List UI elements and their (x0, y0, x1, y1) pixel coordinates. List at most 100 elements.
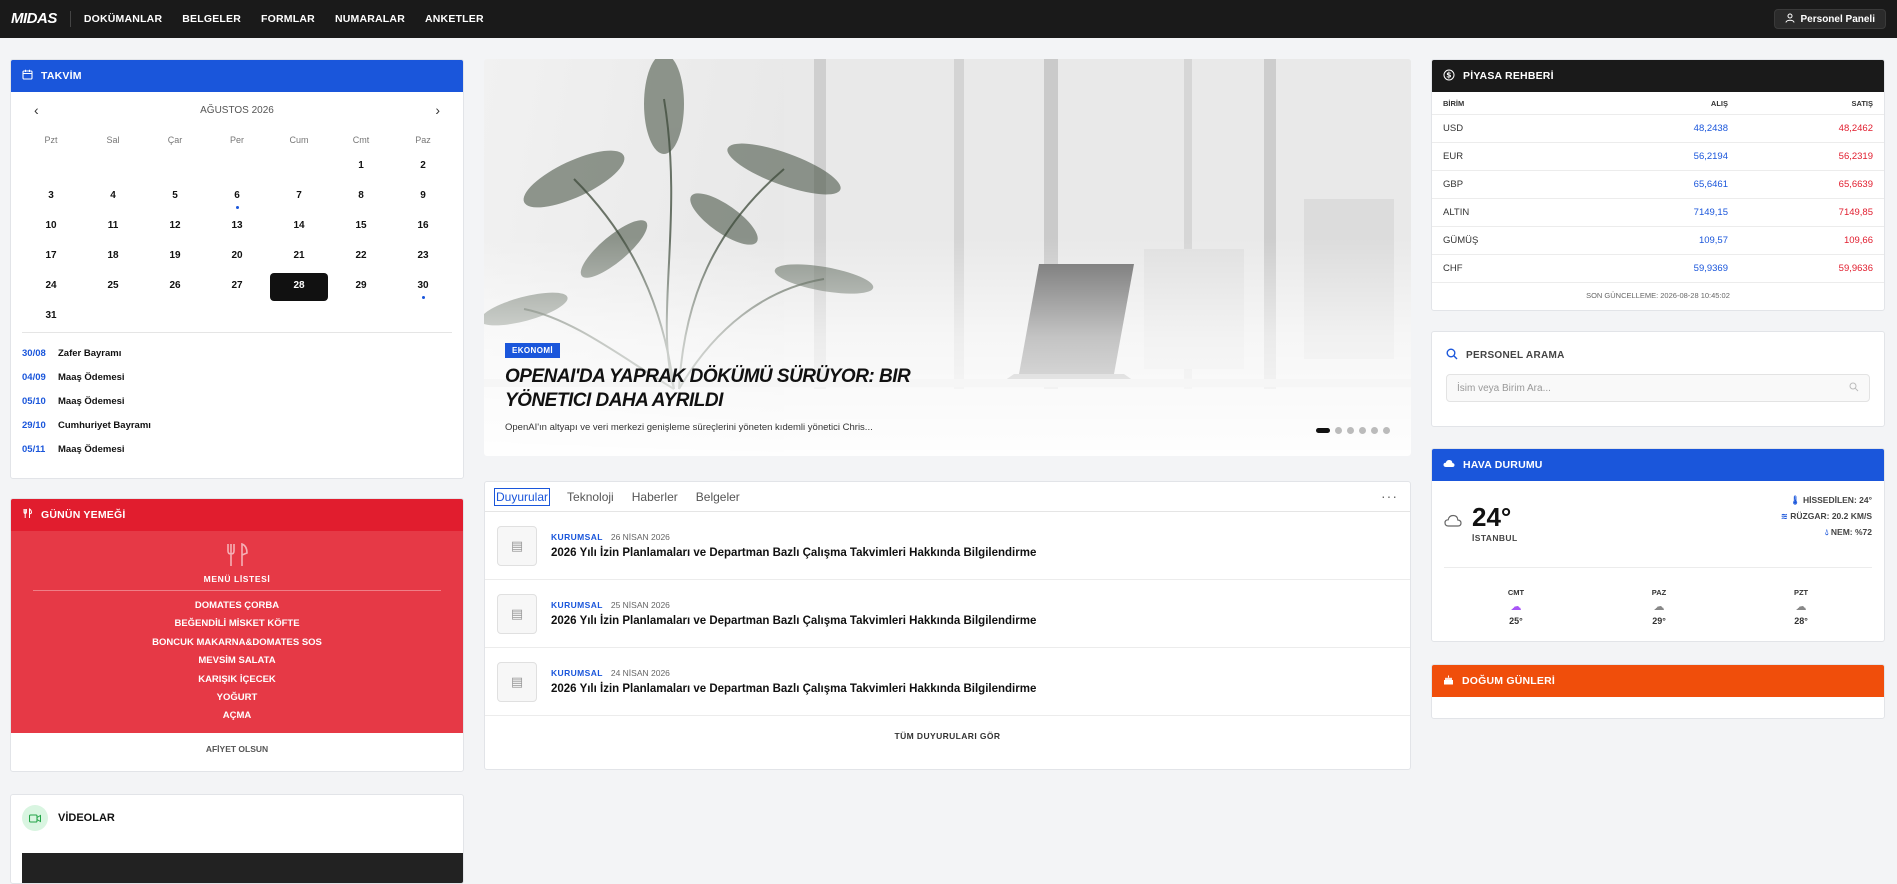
calendar-prev-button[interactable]: ‹ (34, 102, 39, 118)
hero-slider[interactable]: EKONOMİ OPENAI'DA YAPRAK DÖKÜMÜ SÜRÜYOR:… (484, 59, 1411, 456)
nav-numbers[interactable]: NUMARALAR (335, 13, 405, 25)
calendar-day[interactable]: 13 (206, 212, 268, 242)
tab-technology[interactable]: Teknoloji (566, 488, 615, 506)
event-dot (421, 296, 425, 299)
calendar-day[interactable]: 9 (392, 182, 454, 212)
calendar-day[interactable]: 1 (330, 152, 392, 182)
personnel-panel-button[interactable]: Personel Paneli (1773, 9, 1886, 29)
tab-news[interactable]: Haberler (631, 488, 679, 506)
calendar-day[interactable]: 2 (392, 152, 454, 182)
calendar-day[interactable]: 30 (392, 272, 454, 302)
view-all-announcements-button[interactable]: TÜM DUYURULARI GÖR (485, 716, 1410, 756)
menu-item: MEVSİM SALATA (198, 655, 276, 667)
calendar-next-button[interactable]: › (435, 102, 440, 118)
market-row: GBP 65,6461 65,6639 (1432, 170, 1884, 198)
calendar-day[interactable]: 31 (20, 302, 82, 332)
announcement-content: KURUMSAL 26 NİSAN 2026 2026 Yılı İzin Plan… (551, 532, 1036, 559)
calendar-day[interactable]: 4 (82, 182, 144, 212)
weather-city: İSTANBUL (1472, 532, 1518, 543)
calendar-day[interactable]: 8 (330, 182, 392, 212)
event-item[interactable]: 05/10 Maaş Ödemesi (22, 389, 452, 413)
nav-certificates[interactable]: BELGELER (182, 13, 241, 25)
cloud-icon: ☁︎ (1653, 601, 1665, 613)
calendar-day[interactable]: 28 (270, 273, 328, 301)
forecast-day: PAZ ☁︎ 29° (1652, 588, 1666, 626)
calendar-day[interactable]: 22 (330, 242, 392, 272)
svg-text:$: $ (1446, 70, 1451, 79)
market-unit: GBP (1443, 179, 1464, 190)
nav-documents[interactable]: DOKÜMANLAR (84, 13, 162, 25)
video-thumbnail[interactable] (22, 853, 463, 883)
personnel-search-header: PERSONEL ARAMA (1432, 336, 1884, 374)
calendar-day[interactable]: 3 (20, 182, 82, 212)
announcement-title[interactable]: 2026 Yılı İzin Planlamaları ve Departman… (551, 547, 1036, 559)
market-col-sell: SATIŞ (1851, 98, 1873, 108)
event-item[interactable]: 29/10 Cumhuriyet Bayramı (22, 413, 452, 437)
currency-icon: $ (1443, 69, 1455, 84)
search-input-icon (1849, 382, 1859, 395)
calendar-day[interactable]: 18 (82, 242, 144, 272)
calendar-day[interactable]: 29 (330, 272, 392, 302)
announcement-item[interactable]: ▤ KURUMSAL 25 NİSAN 2026 2026 Yılı İzin Pla… (485, 580, 1410, 648)
calendar-day[interactable]: 19 (144, 242, 206, 272)
menu-header: GÜNÜN YEMEĞİ (11, 499, 463, 531)
calendar-day[interactable]: 23 (392, 242, 454, 272)
market-unit: CHF (1443, 263, 1463, 274)
market-sell: 109,66 (1843, 235, 1873, 246)
calendar-day[interactable]: 16 (392, 212, 454, 242)
calendar-day[interactable]: 24 (20, 272, 82, 302)
calendar-day[interactable]: 21 (268, 242, 330, 272)
weekday-label: Çar (167, 135, 183, 145)
calendar-day[interactable]: 7 (268, 182, 330, 212)
event-item[interactable]: 30/08 Zafer Bayramı (22, 341, 452, 365)
menu-item: DOMATES ÇORBA (194, 600, 280, 611)
forecast-temp: 28° (1794, 616, 1808, 626)
logo[interactable]: MIDAS (11, 11, 71, 27)
hero-title[interactable]: OPENAI'DA YAPRAK DÖKÜMÜ SÜRÜYOR: BIR YÖN… (505, 365, 945, 413)
more-options-icon[interactable]: ··· (1381, 488, 1398, 504)
weekday-label: Cum (289, 135, 309, 145)
calendar-day[interactable]: 27 (206, 272, 268, 302)
slide-dot[interactable] (1347, 427, 1354, 434)
forecast-temp: 29° (1652, 616, 1666, 626)
hero-category-badge: EKONOMİ (505, 343, 561, 358)
announcement-meta: KURUMSAL 25 NİSAN 2026 (551, 600, 1036, 610)
calendar-day[interactable]: 25 (82, 272, 144, 302)
event-item[interactable]: 04/09 Maaş Ödemesi (22, 365, 452, 389)
weather-temperature: 24° (1472, 501, 1512, 532)
market-unit: EUR (1443, 151, 1464, 162)
menu-item: YOĞURT (216, 691, 258, 703)
market-unit: GÜMÜŞ (1443, 235, 1479, 246)
announcement-title[interactable]: 2026 Yılı İzin Planlamaları ve Departman… (551, 683, 1036, 695)
calendar-day[interactable]: 5 (144, 182, 206, 212)
weather-header: HAVA DURUMU (1432, 449, 1884, 481)
calendar-day[interactable]: 12 (144, 212, 206, 242)
calendar-day[interactable]: 17 (20, 242, 82, 272)
slide-dot[interactable] (1335, 427, 1342, 434)
calendar-day[interactable]: 10 (20, 212, 82, 242)
personnel-search-input[interactable]: İsim veya Birim Ara... (1446, 374, 1870, 402)
announcement-content: KURUMSAL 25 NİSAN 2026 2026 Yılı İzin Plan… (551, 600, 1036, 627)
calendar-day[interactable]: 11 (82, 212, 144, 242)
calendar-day[interactable]: 6 (206, 182, 268, 212)
announcement-item[interactable]: ▤ KURUMSAL 24 NİSAN 2026 2026 Yılı İzin Pla… (485, 648, 1410, 716)
announcement-title[interactable]: 2026 Yılı İzin Planlamaları ve Departman… (551, 615, 1036, 627)
announcement-item[interactable]: ▤ KURUMSAL 26 NİSAN 2026 2026 Yılı İzin Pla… (485, 512, 1410, 580)
nav-surveys[interactable]: ANKETLER (425, 13, 484, 25)
nav-forms[interactable]: FORMLAR (261, 13, 315, 25)
slide-dot[interactable] (1359, 427, 1366, 434)
slide-dot[interactable] (1371, 427, 1378, 434)
calendar-events-list: 30/08 Zafer Bayramı 04/09 Maaş Ödemesi 05/10… (22, 332, 452, 461)
calendar-day[interactable]: 15 (330, 212, 392, 242)
announcement-meta: KURUMSAL 26 NİSAN 2026 (551, 532, 1036, 542)
tab-announcements[interactable]: Duyurular (494, 487, 551, 506)
event-item[interactable]: 05/11 Maaş Ödemesi (22, 437, 452, 461)
calendar-day[interactable]: 20 (206, 242, 268, 272)
slide-dot[interactable] (1316, 428, 1330, 433)
calendar-day[interactable]: 26 (144, 272, 206, 302)
calendar-day[interactable]: 14 (268, 212, 330, 242)
tab-documents[interactable]: Belgeler (695, 488, 741, 506)
user-icon (1785, 13, 1795, 26)
utensils-icon (224, 542, 250, 570)
slide-dot[interactable] (1383, 427, 1390, 434)
